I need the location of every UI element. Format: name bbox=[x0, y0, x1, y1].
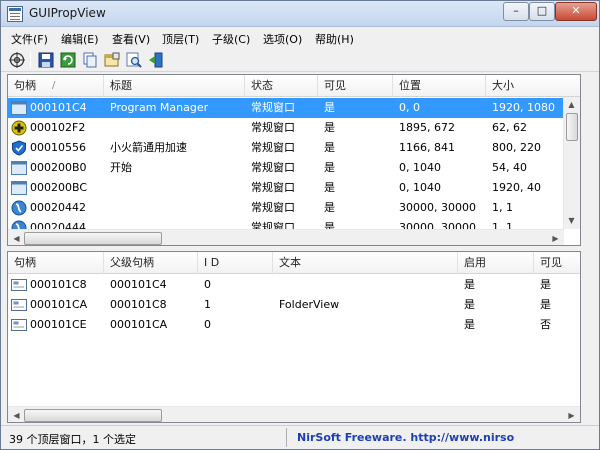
column-header-visible[interactable]: 可见 bbox=[318, 75, 393, 97]
window-icon bbox=[11, 101, 27, 115]
menu-child[interactable]: 子级(C) bbox=[212, 31, 250, 47]
scroll-thumb[interactable] bbox=[24, 232, 162, 245]
status-text: 39 个顶层窗口，1 个选定 bbox=[9, 433, 136, 446]
menu-bar: 文件(F) 编辑(E) 查看(V) 顶层(T) 子级(C) 选项(O) 帮助(H… bbox=[1, 28, 599, 48]
sort-indicator-icon: / bbox=[52, 80, 56, 91]
column-header-text[interactable]: 文本 bbox=[273, 252, 458, 274]
scroll-thumb[interactable] bbox=[566, 113, 578, 141]
title-bar[interactable]: GUIPropView – □ ✕ bbox=[1, 1, 599, 27]
menu-file[interactable]: 文件(F) bbox=[11, 31, 48, 47]
column-header-handle[interactable]: 句柄 bbox=[8, 252, 104, 274]
column-header-enabled[interactable]: 启用 bbox=[458, 252, 534, 274]
toolbar-separator bbox=[30, 52, 31, 68]
table-row[interactable]: 00020442 常规窗口 是 30000, 30000 1, 1 bbox=[8, 198, 576, 218]
top-horizontal-scrollbar[interactable]: ◀ ▶ bbox=[8, 229, 564, 245]
child-windows-list[interactable]: 句柄 父级句柄 I D 文本 启用 可见 000101C8 000101C4 0… bbox=[7, 251, 581, 423]
properties-icon[interactable] bbox=[104, 52, 120, 68]
table-row[interactable]: 00010556 小火箭通用加速 常规窗口 是 1166, 841 800, 2… bbox=[8, 138, 576, 158]
shield-icon bbox=[12, 140, 26, 156]
menu-edit[interactable]: 编辑(E) bbox=[61, 31, 99, 47]
top-vertical-scrollbar[interactable]: ▲ ▼ bbox=[563, 97, 580, 229]
plus-circle-icon bbox=[11, 120, 27, 136]
find-icon[interactable] bbox=[126, 52, 142, 68]
scroll-left-arrow-icon[interactable]: ◀ bbox=[10, 232, 23, 245]
menu-top-level[interactable]: 顶层(T) bbox=[162, 31, 199, 47]
scroll-up-arrow-icon[interactable]: ▲ bbox=[565, 98, 578, 111]
window-icon bbox=[11, 161, 27, 175]
table-row[interactable]: 000101CA 000101C8 1 FolderView 是 是 bbox=[8, 295, 576, 315]
save-icon[interactable] bbox=[38, 52, 54, 68]
bottom-list-header: 句柄 父级句柄 I D 文本 启用 可见 bbox=[8, 252, 580, 274]
column-header-state[interactable]: 状态 bbox=[245, 75, 318, 97]
menu-view[interactable]: 查看(V) bbox=[112, 31, 150, 47]
app-icon bbox=[7, 6, 23, 22]
scroll-right-arrow-icon[interactable]: ▶ bbox=[549, 232, 562, 245]
menu-help[interactable]: 帮助(H) bbox=[315, 31, 354, 47]
refresh-icon[interactable] bbox=[60, 52, 76, 68]
target-icon[interactable] bbox=[9, 52, 25, 68]
column-header-parent-handle[interactable]: 父级句柄 bbox=[104, 252, 198, 274]
scroll-left-arrow-icon[interactable]: ◀ bbox=[10, 409, 23, 422]
control-icon bbox=[11, 319, 27, 331]
control-icon bbox=[11, 299, 27, 311]
copy-icon[interactable] bbox=[82, 52, 98, 68]
column-header-size[interactable]: 大小 bbox=[486, 75, 580, 97]
table-row[interactable]: 000101C8 000101C4 0 是 是 bbox=[8, 275, 576, 295]
status-divider bbox=[286, 428, 287, 447]
column-header-handle[interactable]: 句柄 / bbox=[8, 75, 104, 97]
app-window: GUIPropView – □ ✕ 文件(F) 编辑(E) 查看(V) 顶层(T… bbox=[0, 0, 600, 450]
scroll-down-arrow-icon[interactable]: ▼ bbox=[565, 214, 578, 227]
table-row[interactable]: 000200B0 开始 常规窗口 是 0, 1040 54, 40 bbox=[8, 158, 576, 178]
menu-options[interactable]: 选项(O) bbox=[263, 31, 302, 47]
table-row[interactable]: 000200BC 常规窗口 是 0, 1040 1920, 40 bbox=[8, 178, 576, 198]
window-title: GUIPropView bbox=[29, 6, 106, 20]
toolbar bbox=[1, 48, 599, 72]
column-header-position[interactable]: 位置 bbox=[393, 75, 486, 97]
column-header-visible[interactable]: 可见 bbox=[534, 252, 580, 274]
top-level-windows-list[interactable]: 句柄 / 标题 状态 可见 位置 大小 000101C4 Program Mana… bbox=[7, 74, 581, 246]
table-row[interactable]: 000101CE 000101CA 0 是 否 bbox=[8, 315, 576, 335]
exit-icon[interactable] bbox=[148, 52, 164, 68]
control-icon bbox=[11, 279, 27, 291]
window-icon bbox=[11, 181, 27, 195]
column-header-title[interactable]: 标题 bbox=[104, 75, 245, 97]
minimize-button[interactable]: – bbox=[503, 2, 529, 21]
maximize-button[interactable]: □ bbox=[529, 2, 555, 21]
close-button[interactable]: ✕ bbox=[555, 2, 597, 21]
globe-icon bbox=[11, 200, 27, 216]
scroll-thumb[interactable] bbox=[24, 409, 162, 422]
table-row[interactable]: 000102F2 常规窗口 是 1895, 672 62, 62 bbox=[8, 118, 576, 138]
column-header-id[interactable]: I D bbox=[198, 252, 273, 274]
top-list-header: 句柄 / 标题 状态 可见 位置 大小 bbox=[8, 75, 580, 97]
watermark-logo bbox=[443, 399, 593, 443]
table-row[interactable]: 000101C4 Program Manager 常规窗口 是 0, 0 192… bbox=[8, 98, 576, 118]
